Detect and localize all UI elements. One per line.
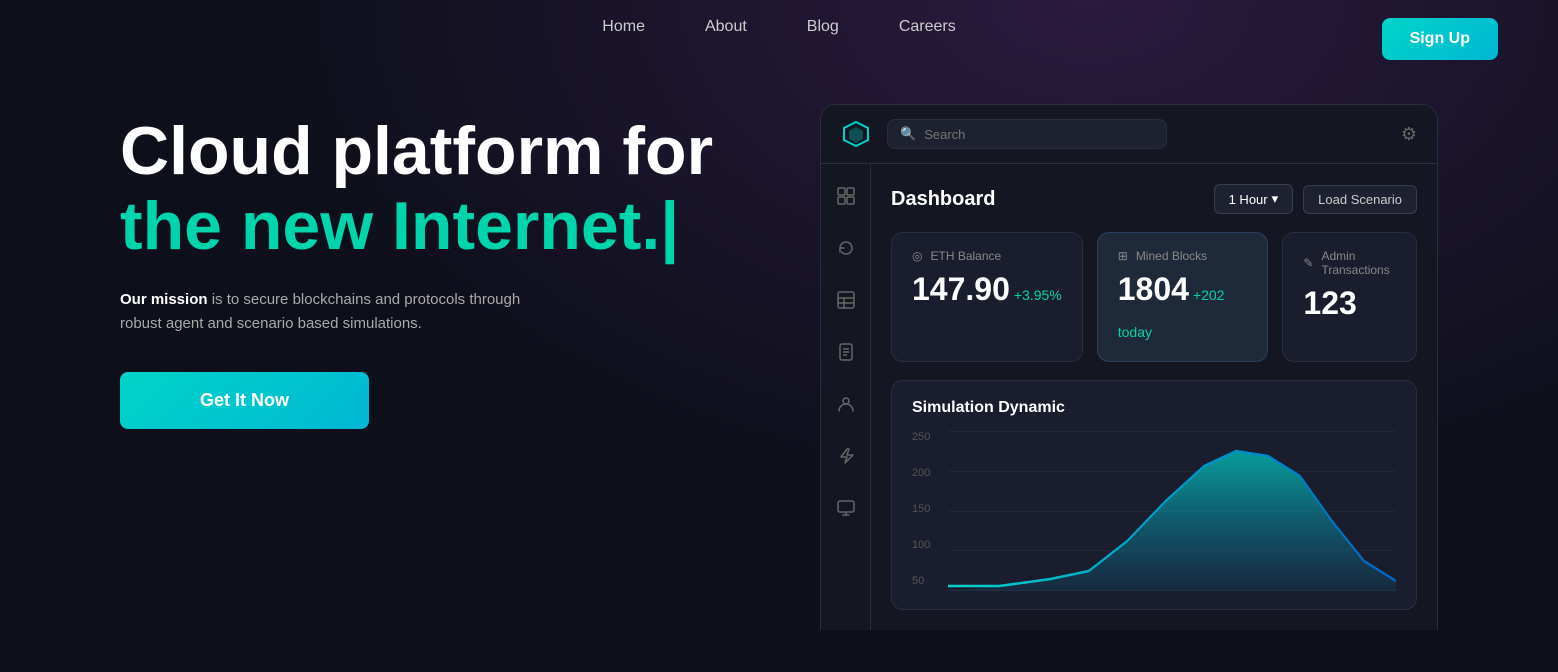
simulation-title: Simulation Dynamic (912, 399, 1396, 417)
hour-selector-button[interactable]: 1 Hour ▾ (1214, 184, 1294, 214)
eth-balance-label: ◎ ETH Balance (912, 249, 1062, 263)
cta-button[interactable]: Get It Now (120, 372, 369, 429)
admin-transactions-value: 123 (1303, 285, 1396, 322)
chart-label-50: 50 (912, 575, 930, 587)
panel-content: Dashboard 1 Hour ▾ Load Scenario ◎ (871, 164, 1437, 630)
sidebar-icon-doc[interactable] (830, 336, 862, 368)
panel-logo-icon (841, 119, 871, 149)
mined-blocks-label: ⊞ Mined Blocks (1118, 249, 1248, 263)
navbar: Home About Blog Careers Sign Up (0, 0, 1558, 54)
blocks-icon: ⊞ (1118, 249, 1128, 263)
dashboard-header-row: Dashboard 1 Hour ▾ Load Scenario (891, 184, 1417, 214)
hero-subtitle: Our mission is to secure blockchains and… (120, 288, 560, 336)
admin-icon: ✎ (1303, 256, 1313, 270)
hour-label: 1 Hour (1229, 192, 1268, 207)
mined-blocks-card: ⊞ Mined Blocks 1804+202 today (1097, 232, 1269, 362)
hero-section: Cloud platform for the new Internet.| Ou… (0, 54, 1558, 630)
sidebar-icon-person[interactable] (830, 388, 862, 420)
search-box[interactable]: 🔍 (887, 119, 1167, 149)
panel-body: Dashboard 1 Hour ▾ Load Scenario ◎ (821, 164, 1437, 630)
stat-cards: ◎ ETH Balance 147.90+3.95% ⊞ Mined Block… (891, 232, 1417, 362)
eth-balance-value: 147.90+3.95% (912, 271, 1062, 308)
admin-transactions-card: ✎ Admin Transactions 123 (1282, 232, 1417, 362)
panel-topbar: 🔍 ⚙ (821, 105, 1437, 164)
dashboard-controls: 1 Hour ▾ Load Scenario (1214, 184, 1417, 214)
mined-blocks-value: 1804+202 today (1118, 271, 1248, 345)
hero-text: Cloud platform for the new Internet.| Ou… (120, 94, 740, 429)
chart-label-100: 100 (912, 539, 930, 551)
sidebar-icon-table[interactable] (830, 284, 862, 316)
signup-button[interactable]: Sign Up (1382, 18, 1498, 60)
sidebar-icon-monitor[interactable] (830, 492, 862, 524)
sidebar-icon-grid[interactable] (830, 180, 862, 212)
sidebar (821, 164, 871, 630)
load-scenario-button[interactable]: Load Scenario (1303, 185, 1417, 214)
admin-transactions-label: ✎ Admin Transactions (1303, 249, 1396, 277)
eth-balance-card: ◎ ETH Balance 147.90+3.95% (891, 232, 1083, 362)
dashboard-panel: 🔍 ⚙ (820, 104, 1438, 630)
dashboard-title: Dashboard (891, 188, 995, 211)
chart-label-150: 150 (912, 503, 930, 515)
chart-y-labels: 250 200 150 100 50 (912, 431, 930, 591)
nav-careers[interactable]: Careers (899, 18, 956, 36)
chart-area (948, 431, 1396, 591)
chevron-down-icon: ▾ (1272, 191, 1279, 207)
search-input[interactable] (924, 127, 1154, 142)
eth-icon: ◎ (912, 249, 922, 263)
gear-icon[interactable]: ⚙ (1401, 124, 1417, 145)
nav-links: Home About Blog Careers (602, 18, 955, 36)
hero-title: Cloud platform for the new Internet.| (120, 114, 740, 264)
chart-label-250: 250 (912, 431, 930, 443)
search-icon: 🔍 (900, 126, 916, 142)
nav-blog[interactable]: Blog (807, 18, 839, 36)
sidebar-icon-lightning[interactable] (830, 440, 862, 472)
sidebar-icon-refresh[interactable] (830, 232, 862, 264)
chart-svg (948, 431, 1396, 591)
nav-home[interactable]: Home (602, 18, 645, 36)
simulation-section: Simulation Dynamic 250 200 150 100 50 (891, 380, 1417, 610)
simulation-chart: 250 200 150 100 50 (912, 431, 1396, 591)
chart-label-200: 200 (912, 467, 930, 479)
nav-about[interactable]: About (705, 18, 747, 36)
